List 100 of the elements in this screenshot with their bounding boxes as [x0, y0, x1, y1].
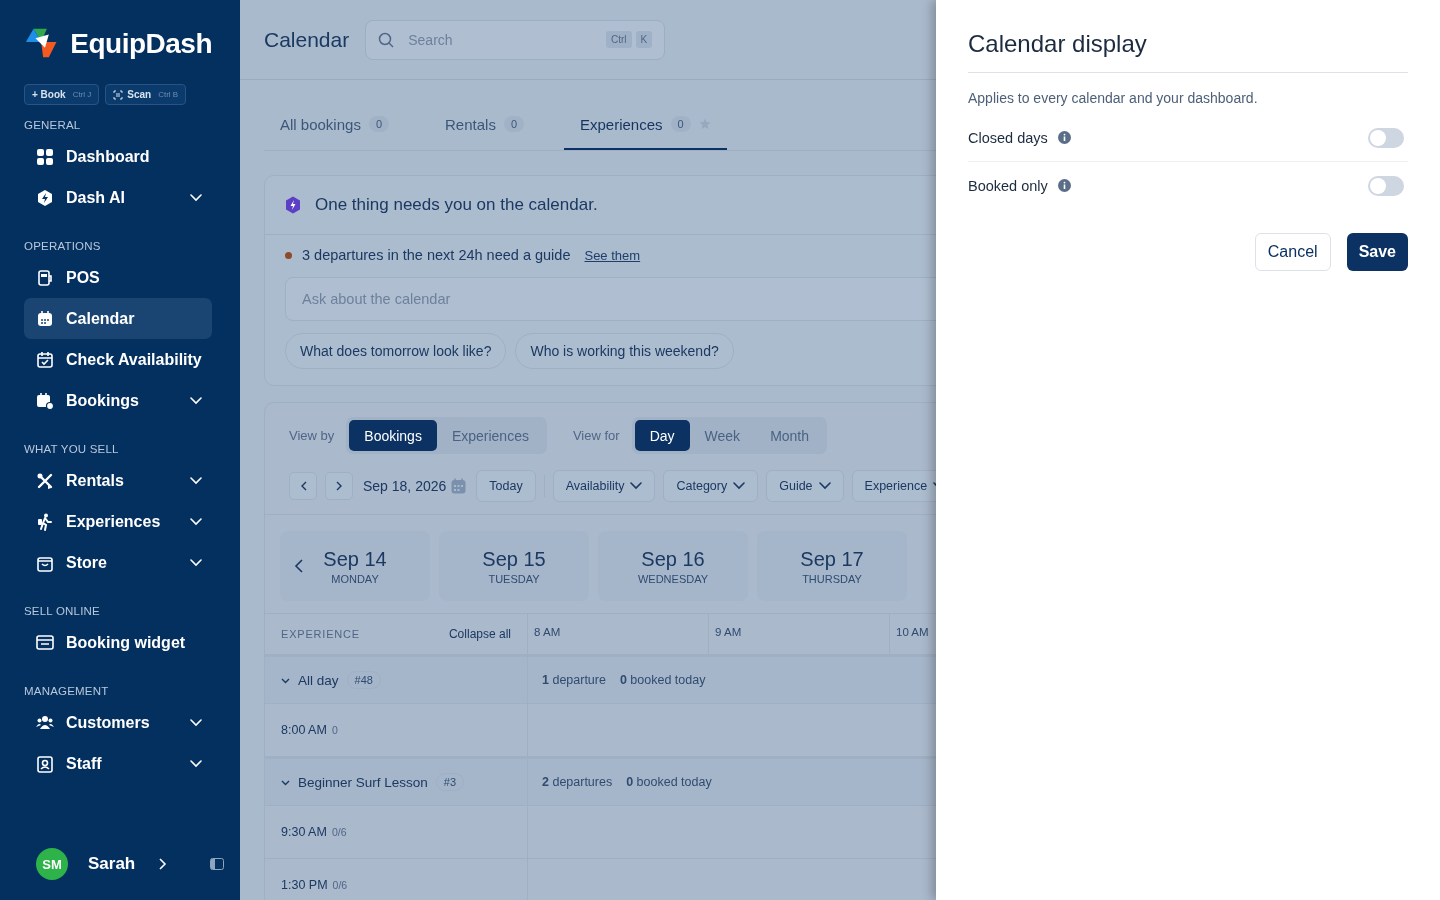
chevron-down-icon[interactable] — [190, 193, 202, 202]
collapse-all-link[interactable]: Collapse all — [448, 627, 511, 641]
hiker-icon — [36, 512, 54, 531]
suggestion-chip[interactable]: What does tomorrow look like? — [285, 333, 507, 369]
calendar-badge-icon — [36, 391, 54, 410]
info-icon[interactable] — [1057, 179, 1071, 192]
toggle-switch[interactable] — [1368, 127, 1404, 148]
setting-label: Closed days — [968, 129, 1048, 146]
slot-capacity: 0 — [331, 724, 338, 736]
alert-text: 3 departures in the next 24h need a guide — [302, 247, 571, 263]
filter-dropdown[interactable]: Experience — [851, 470, 936, 502]
day-date: Sep 14 — [323, 547, 387, 571]
chevron-down-icon[interactable] — [190, 517, 202, 526]
day-date: Sep 15 — [482, 547, 546, 571]
sidebar-toggle-icon[interactable] — [210, 858, 224, 870]
section-heading: MANAGEMENT — [24, 685, 110, 697]
count-badge: 0 — [368, 116, 389, 132]
slot-time: 9:30 AM — [281, 825, 327, 839]
booked-count: 0 booked today — [619, 673, 706, 687]
chevron-right-icon[interactable] — [159, 858, 168, 870]
chevron-down-icon — [630, 482, 643, 490]
hour-label: 10 AM — [896, 626, 929, 638]
count-badge: 0 — [670, 116, 691, 132]
day-card[interactable]: Sep 17 THURSDAY — [757, 531, 907, 601]
filter-dropdown[interactable]: Availability — [552, 470, 656, 502]
ask-box[interactable]: Ask about the calendar — [285, 277, 936, 321]
status-dot — [285, 251, 292, 259]
quick-action-button[interactable]: Scan Ctrl B — [105, 84, 187, 105]
booked-count: 0 booked today — [626, 775, 712, 789]
segment-option[interactable]: Bookings — [349, 420, 437, 451]
section-heading: WHAT YOU SELL — [24, 443, 120, 455]
nav-item[interactable]: Calendar — [24, 298, 212, 339]
suggestion-chip[interactable]: Who is working this weekend? — [515, 333, 734, 369]
day-card[interactable]: Sep 14 MONDAY — [280, 531, 430, 601]
filter-dropdown[interactable]: Guide — [766, 470, 844, 502]
tab[interactable]: All bookings 0 — [264, 100, 405, 150]
register-icon — [36, 268, 54, 287]
calendar-check-icon — [36, 350, 54, 369]
search-icon — [378, 31, 395, 48]
toggle-switch[interactable] — [1368, 175, 1404, 196]
tools-icon — [36, 471, 54, 490]
quick-action-button[interactable]: + Book Ctrl J — [24, 84, 100, 105]
info-icon[interactable] — [1057, 131, 1071, 144]
user-name[interactable]: Sarah — [88, 854, 136, 874]
nav-item[interactable]: Store — [24, 542, 212, 583]
slot-capacity: 0/6 — [332, 879, 348, 891]
filter-dropdown[interactable]: Category — [663, 470, 759, 502]
see-them-link[interactable]: See them — [584, 247, 641, 263]
hexagon-bolt-icon — [285, 196, 301, 214]
panel-title: Calendar display — [968, 30, 1408, 73]
day-card[interactable]: Sep 16 WEDNESDAY — [598, 531, 748, 601]
setting-label: Booked only — [968, 177, 1048, 194]
page-title: Calendar — [264, 27, 350, 52]
section-heading: OPERATIONS — [24, 240, 102, 252]
section-heading: SELL ONLINE — [24, 605, 101, 617]
experience-name: All day — [298, 672, 339, 688]
day-card[interactable]: Sep 15 TUESDAY — [439, 531, 589, 601]
chevron-down-icon[interactable] — [190, 396, 202, 405]
nav-item[interactable]: Check Availability — [24, 339, 212, 380]
nav-item[interactable]: Experiences — [24, 501, 212, 542]
save-button[interactable]: Save — [1346, 233, 1408, 271]
search-field[interactable]: Search — [406, 30, 594, 49]
weekday-label: WEDNESDAY — [637, 572, 709, 585]
segment-option[interactable]: Day — [634, 420, 690, 451]
departures-count: 2 departures — [542, 775, 613, 789]
id-badge-icon — [36, 754, 54, 773]
chevron-down-icon — [733, 482, 746, 490]
cancel-button[interactable]: Cancel — [1254, 233, 1331, 271]
assistant-title: One thing needs you on the calendar. — [315, 195, 598, 215]
nav-item[interactable]: Rentals — [24, 460, 212, 501]
departures-count: 1 departure — [542, 673, 606, 687]
day-date: Sep 17 — [800, 547, 864, 571]
chevron-down-icon[interactable] — [190, 476, 202, 485]
chevron-down-icon[interactable] — [190, 718, 202, 727]
brand-name: EquipDash — [70, 28, 212, 60]
count-badge: 0 — [503, 116, 524, 132]
nav-item[interactable]: POS — [24, 257, 212, 298]
chevron-down-icon[interactable] — [190, 759, 202, 768]
scan-icon — [113, 89, 124, 100]
nav-item[interactable]: Dash AI — [24, 177, 212, 218]
nav-item[interactable]: Dashboard — [24, 136, 212, 177]
today-button[interactable]: Today — [476, 470, 536, 502]
nav-item[interactable]: Bookings — [24, 380, 212, 421]
hour-label: 9 AM — [715, 626, 742, 638]
date-label[interactable]: Sep 18, 2026 — [363, 478, 447, 494]
nav-item[interactable]: Booking widget — [24, 622, 212, 663]
chevron-down-icon[interactable] — [190, 558, 202, 567]
chevron-left-icon — [293, 559, 303, 573]
people-icon — [36, 713, 54, 732]
tab[interactable]: Experiences 0 — [564, 100, 727, 150]
shortcut-key: K — [635, 31, 653, 48]
nav-item[interactable]: Staff — [24, 743, 212, 784]
shortcut-key: Ctrl — [606, 31, 632, 48]
nav-item[interactable]: Customers — [24, 702, 212, 743]
chevron-down-icon — [818, 482, 831, 490]
section-heading: GENERAL — [24, 119, 82, 131]
tab[interactable]: Rentals 0 — [429, 100, 540, 150]
ask-field[interactable]: Ask about the calendar — [300, 290, 936, 308]
hexagon-bolt-icon — [36, 188, 54, 207]
slot-time: 8:00 AM — [281, 723, 327, 737]
